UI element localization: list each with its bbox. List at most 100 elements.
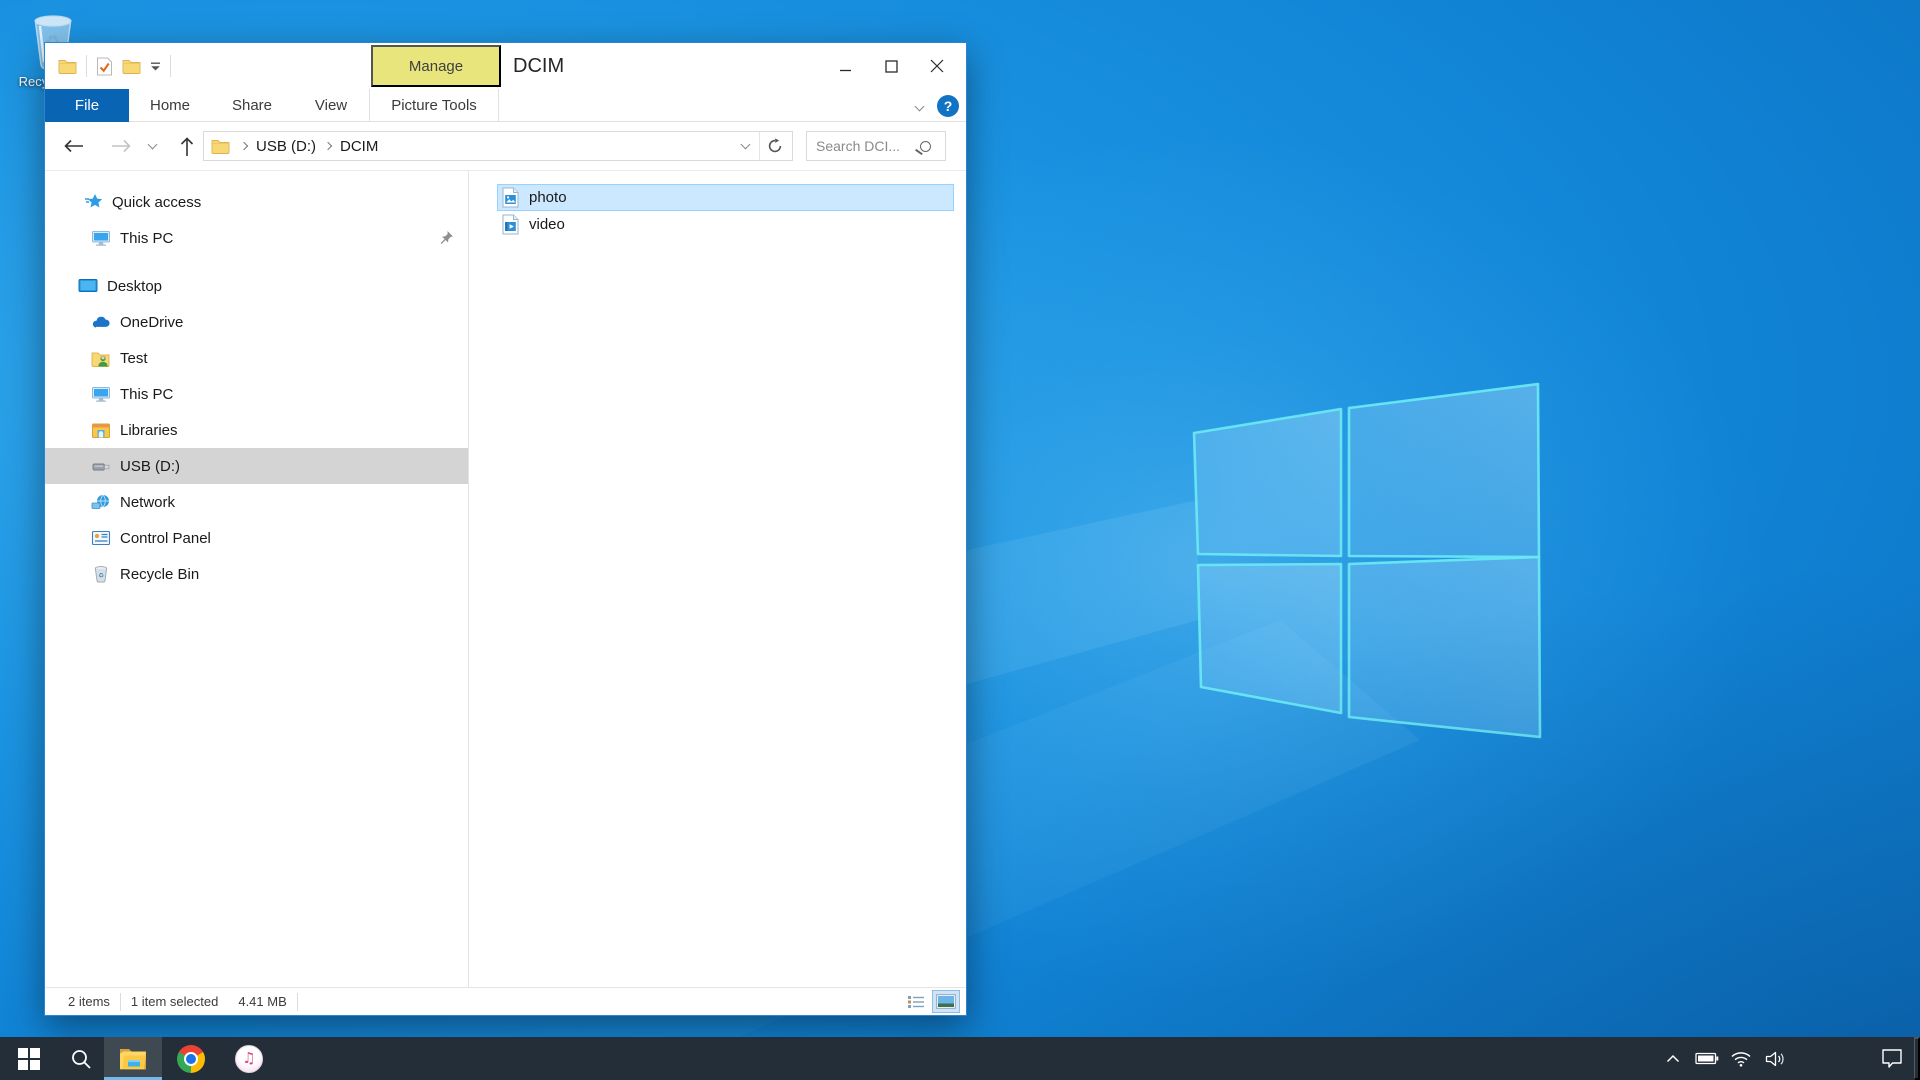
tab-share[interactable]: Share xyxy=(211,89,293,122)
start-button[interactable] xyxy=(0,1037,58,1080)
file-name: video xyxy=(529,216,565,233)
breadcrumb-usb-drive[interactable]: USB (D:) xyxy=(252,138,320,155)
sidebar-item-onedrive[interactable]: OneDrive xyxy=(45,304,468,340)
tray-show-hidden-icons-button[interactable] xyxy=(1656,1037,1690,1080)
large-icons-view-icon xyxy=(936,994,956,1009)
breadcrumb-dcim[interactable]: DCIM xyxy=(336,138,382,155)
file-list: photo video xyxy=(469,171,966,988)
taskbar-itunes-button[interactable]: ♫ xyxy=(220,1037,278,1080)
maximize-icon xyxy=(885,60,898,73)
tab-manage-contextual[interactable]: Manage xyxy=(371,45,501,87)
details-view-button[interactable] xyxy=(902,990,930,1013)
taskbar-file-explorer-button[interactable] xyxy=(104,1037,162,1080)
selection-size: 4.41 MB xyxy=(228,994,296,1009)
refresh-button[interactable] xyxy=(762,132,788,160)
sidebar-item-desktop[interactable]: Desktop xyxy=(45,268,468,304)
selection-count: 1 item selected xyxy=(121,994,228,1009)
user-folder-icon xyxy=(91,350,111,367)
taskbar-search-button[interactable] xyxy=(58,1037,104,1080)
tab-home[interactable]: Home xyxy=(129,89,211,122)
sidebar-item-network[interactable]: Network xyxy=(45,484,468,520)
qat-customize-button[interactable] xyxy=(150,62,161,71)
tray-wifi-button[interactable] xyxy=(1724,1037,1758,1080)
action-center-icon xyxy=(1881,1048,1903,1069)
window-controls xyxy=(822,43,960,89)
sidebar-item-this-pc[interactable]: This PC xyxy=(45,376,468,412)
back-arrow-icon xyxy=(63,139,84,153)
explorer-body: Quick access This PC xyxy=(45,171,966,988)
customize-toolbar-icon xyxy=(150,62,161,71)
help-icon: ? xyxy=(937,95,959,117)
usb-drive-icon xyxy=(91,459,111,473)
maximize-button[interactable] xyxy=(868,43,914,89)
item-count: 2 items xyxy=(58,994,120,1009)
taskbar-chrome-button[interactable] xyxy=(162,1037,220,1080)
forward-button[interactable] xyxy=(104,131,138,161)
monitor-icon xyxy=(91,386,111,403)
libraries-icon xyxy=(91,422,111,439)
ribbon-tab-row: File Home Share View Picture Tools ? xyxy=(45,89,966,122)
chevron-down-icon xyxy=(147,140,157,150)
pin-icon xyxy=(439,230,454,245)
file-row-video[interactable]: video xyxy=(497,211,954,238)
help-button[interactable]: ? xyxy=(935,93,961,119)
system-tray xyxy=(1656,1037,1920,1080)
itunes-icon: ♫ xyxy=(235,1045,263,1073)
monitor-icon xyxy=(91,230,111,247)
sidebar-label: Network xyxy=(120,494,175,511)
tab-file[interactable]: File xyxy=(45,89,129,122)
speaker-icon xyxy=(1765,1051,1786,1067)
minimize-button[interactable] xyxy=(822,43,868,89)
sidebar-label: Quick access xyxy=(112,194,201,211)
chevron-up-icon xyxy=(1666,1054,1680,1063)
tray-volume-button[interactable] xyxy=(1758,1037,1792,1080)
tab-picture-tools[interactable]: Picture Tools xyxy=(369,89,499,122)
close-icon xyxy=(930,59,944,73)
address-bar-controls xyxy=(733,132,788,160)
windows-logo-icon xyxy=(18,1048,40,1070)
tab-view[interactable]: View xyxy=(293,89,369,122)
close-button[interactable] xyxy=(914,43,960,89)
qat-separator xyxy=(170,55,171,77)
sidebar-item-usb-drive[interactable]: USB (D:) xyxy=(45,448,468,484)
control-panel-icon xyxy=(91,530,111,546)
action-center-button[interactable] xyxy=(1870,1037,1914,1080)
sidebar-label: USB (D:) xyxy=(120,458,180,475)
sidebar-label: Test xyxy=(120,350,148,367)
svg-text:♻: ♻ xyxy=(98,572,104,580)
file-explorer-icon xyxy=(119,1047,147,1070)
qat-properties-button[interactable] xyxy=(96,57,113,76)
recent-locations-button[interactable] xyxy=(139,131,165,161)
large-icons-view-button[interactable] xyxy=(932,990,960,1013)
sidebar-label: Recycle Bin xyxy=(120,566,199,583)
sidebar-item-this-pc-pinned[interactable]: This PC xyxy=(45,220,468,256)
sidebar-item-test[interactable]: Test xyxy=(45,340,468,376)
show-desktop-button[interactable] xyxy=(1914,1037,1920,1080)
breadcrumb-chevron-icon xyxy=(240,142,248,150)
back-button[interactable] xyxy=(56,131,90,161)
search-icon xyxy=(70,1048,92,1070)
forward-arrow-icon xyxy=(111,139,132,153)
file-row-photo[interactable]: photo xyxy=(497,184,954,211)
sidebar-item-quick-access[interactable]: Quick access xyxy=(45,184,468,220)
folder-icon xyxy=(122,58,141,74)
recycle-bin-icon: ♻ xyxy=(91,565,111,583)
tray-battery-button[interactable] xyxy=(1690,1037,1724,1080)
sidebar-item-libraries[interactable]: Libraries xyxy=(45,412,468,448)
navigation-pane: Quick access This PC xyxy=(45,171,469,988)
up-button[interactable] xyxy=(170,131,204,161)
qat-new-folder-button[interactable] xyxy=(122,58,141,74)
expand-ribbon-button[interactable] xyxy=(906,93,932,119)
minimize-icon xyxy=(839,60,852,73)
address-bar[interactable]: USB (D:) DCIM xyxy=(203,131,793,161)
taskbar: ♫ xyxy=(0,1037,1920,1080)
search-input[interactable] xyxy=(816,138,916,154)
network-globe-icon xyxy=(91,494,111,511)
search-icon xyxy=(920,141,931,152)
status-separator xyxy=(297,993,298,1011)
qat-separator xyxy=(86,55,87,77)
address-dropdown-button[interactable] xyxy=(733,132,757,160)
qat-folder-button[interactable] xyxy=(58,58,77,74)
sidebar-item-recycle-bin[interactable]: ♻ Recycle Bin xyxy=(45,556,468,592)
sidebar-item-control-panel[interactable]: Control Panel xyxy=(45,520,468,556)
